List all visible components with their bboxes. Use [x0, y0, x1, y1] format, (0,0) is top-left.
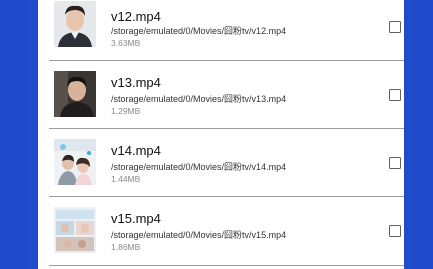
file-name: v12.mp4 [111, 9, 161, 24]
file-list-item[interactable]: v13.mp4 /storage/emulated/0/Movies/囧粉tv/… [38, 61, 404, 129]
file-path: /storage/emulated/0/Movies/囧粉tv/v15.mp4 [111, 230, 287, 240]
file-list-item[interactable]: v12.mp4 /storage/emulated/0/Movies/囧粉tv/… [38, 0, 404, 61]
select-checkbox[interactable] [389, 89, 401, 101]
collage-scene-icon [54, 207, 96, 253]
file-size: 1.86MB [111, 242, 141, 252]
portrait-man-dark-icon [54, 71, 96, 117]
file-name: v15.mp4 [111, 211, 161, 226]
file-size: 3.63MB [111, 38, 141, 48]
file-size: 1.44MB [111, 174, 141, 184]
file-list-panel: v12.mp4 /storage/emulated/0/Movies/囧粉tv/… [38, 0, 404, 269]
file-list-item[interactable]: v15.mp4 /storage/emulated/0/Movies/囧粉tv/… [38, 197, 404, 265]
file-path: /storage/emulated/0/Movies/囧粉tv/v12.mp4 [111, 26, 287, 36]
portrait-man-suit-icon [54, 1, 96, 47]
file-path: /storage/emulated/0/Movies/囧粉tv/v14.mp4 [111, 162, 287, 172]
select-checkbox[interactable] [389, 21, 401, 33]
file-name: v14.mp4 [111, 143, 161, 158]
divider [49, 265, 404, 266]
couple-scene-icon [54, 139, 96, 185]
file-size: 1.29MB [111, 106, 141, 116]
file-list-item[interactable]: v14.mp4 /storage/emulated/0/Movies/囧粉tv/… [38, 129, 404, 197]
select-checkbox[interactable] [389, 225, 401, 237]
file-path: /storage/emulated/0/Movies/囧粉tv/v13.mp4 [111, 94, 287, 104]
select-checkbox[interactable] [389, 157, 401, 169]
file-name: v13.mp4 [111, 75, 161, 90]
